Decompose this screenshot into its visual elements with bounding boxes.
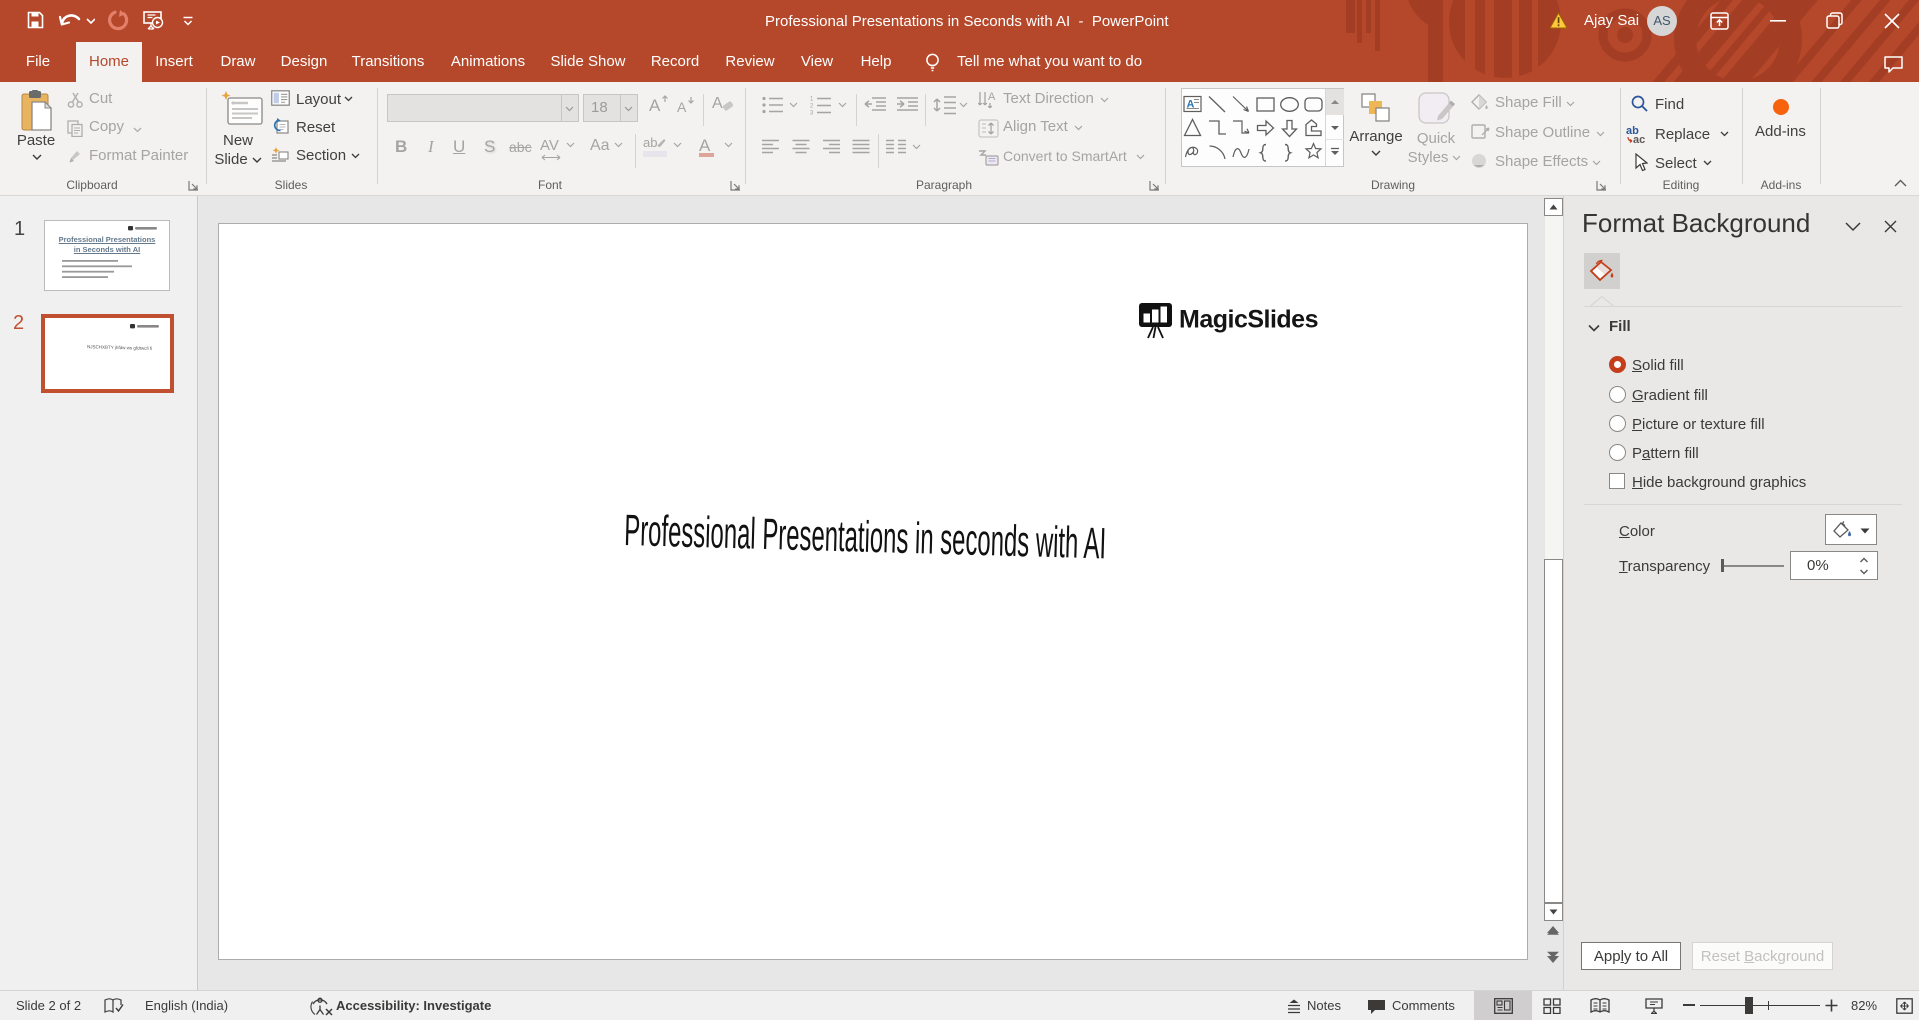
svg-text:1: 1 bbox=[810, 97, 814, 103]
svg-text:MagicSlides: MagicSlides bbox=[1179, 306, 1318, 334]
svg-text:A: A bbox=[988, 91, 996, 103]
svg-text:3: 3 bbox=[810, 111, 814, 116]
svg-text:ac: ac bbox=[1633, 134, 1645, 144]
svg-text:2: 2 bbox=[810, 104, 814, 110]
